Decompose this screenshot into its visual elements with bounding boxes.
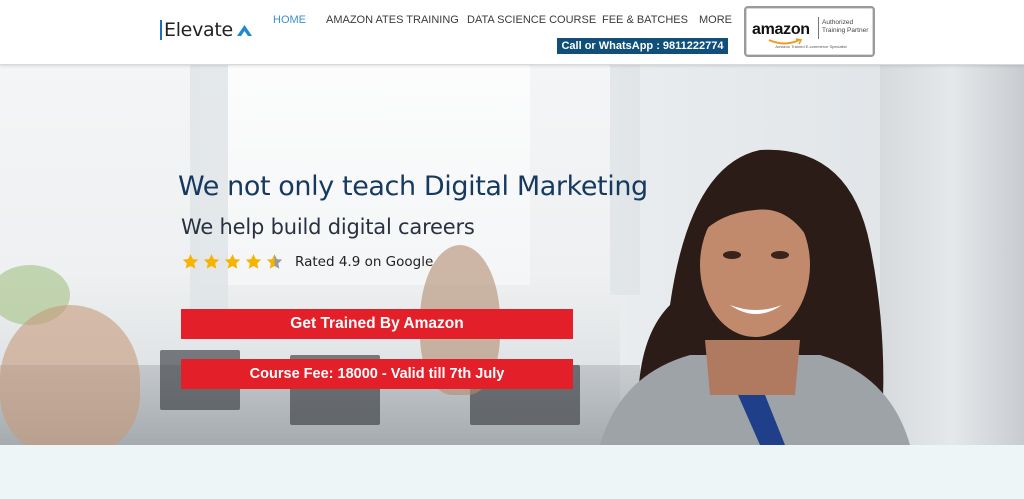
badge-partner-line2: Training Partner	[822, 27, 869, 34]
logo-arrow-icon	[236, 25, 252, 36]
next-section-band	[0, 445, 1024, 499]
site-header: Elevate HOME AMAZON ATES TRAINING DATA S…	[0, 0, 1024, 65]
amazon-partner-badge: amazon Authorized Training Partner Amazo…	[744, 6, 875, 57]
elevate-logo[interactable]: Elevate	[160, 17, 253, 43]
student-photo	[600, 149, 910, 445]
google-rating: Rated 4.9 on Google	[181, 253, 433, 271]
hero-headline: We not only teach Digital Marketing	[178, 171, 648, 202]
rating-stars	[181, 253, 286, 271]
rating-text: Rated 4.9 on Google	[295, 254, 434, 270]
get-trained-by-amazon-button[interactable]: Get Trained By Amazon	[181, 309, 573, 339]
logo-bar	[160, 20, 162, 40]
badge-partner-text: Authorized Training Partner	[822, 19, 874, 35]
phone-banner[interactable]: Call or WhatsApp : 9811222774	[557, 38, 728, 54]
half-star-icon	[266, 254, 283, 269]
course-fee-button[interactable]: Course Fee: 18000 - Valid till 7th July	[181, 359, 573, 389]
badge-divider	[818, 17, 819, 39]
hero-section: We not only teach Digital Marketing We h…	[0, 65, 1024, 445]
background-person	[0, 305, 140, 445]
star-icon	[224, 254, 241, 269]
badge-tagline: Amazon Trained E-commerce Specialist	[775, 44, 847, 49]
star-icon	[203, 254, 220, 269]
star-icon	[182, 254, 199, 269]
nav-amazon-ates-training[interactable]: AMAZON ATES TRAINING	[326, 14, 459, 26]
star-icon	[245, 254, 262, 269]
badge-partner-line1: Authorized	[822, 19, 854, 26]
amazon-wordmark: amazon	[752, 21, 810, 38]
nav-home[interactable]: HOME	[273, 14, 306, 26]
logo-text: Elevate	[164, 19, 233, 41]
nav-fee-batches[interactable]: FEE & BATCHES	[602, 14, 688, 26]
hero-subhead: We help build digital careers	[181, 215, 475, 239]
nav-data-science-course[interactable]: DATA SCIENCE COURSE	[467, 14, 596, 26]
nav-more[interactable]: MORE	[699, 14, 732, 26]
